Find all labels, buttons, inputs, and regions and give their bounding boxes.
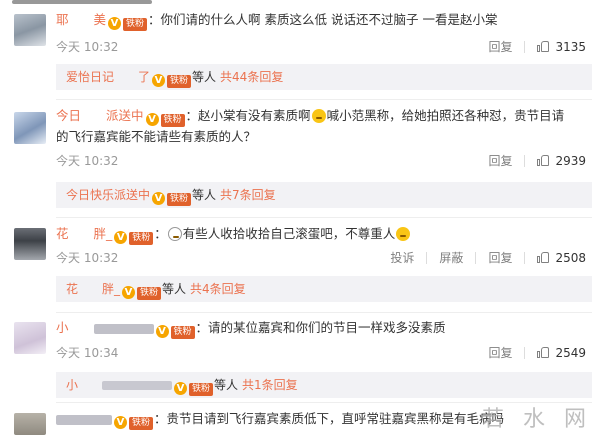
reply-button[interactable]: 回复 xyxy=(488,152,512,169)
avatar[interactable] xyxy=(14,14,46,46)
vip-icon: V xyxy=(155,325,169,338)
reply-user-name[interactable]: 今日快乐派送中 xyxy=(66,188,150,202)
reply-summary[interactable]: 花 胖_ V 铁粉 等人 共4条回复 xyxy=(56,276,592,302)
vip-icon: V xyxy=(114,416,127,429)
fan-badge: 铁粉 xyxy=(167,75,192,88)
like-button[interactable]: 2939 xyxy=(537,154,586,168)
report-button[interactable]: 投诉 xyxy=(390,249,414,266)
blurred-name xyxy=(56,414,112,425)
reply-button[interactable]: 回复 xyxy=(488,249,512,266)
reply-count-link[interactable]: 共4条回复 xyxy=(190,282,246,296)
comment-text-block: 今日 派送中 V 铁粉 ：赵小棠有没有素质啊 喊小范黑称，给她拍照还各种怼，贵节目请的飞… xyxy=(56,108,565,144)
fan-badge: 铁粉 xyxy=(170,326,195,339)
smile-emoji-icon xyxy=(167,227,182,241)
reply-user-name[interactable]: 花 胖_ xyxy=(66,282,120,296)
reply-suffix: 等人 xyxy=(162,282,187,296)
reply-button[interactable]: 回复 xyxy=(488,344,512,361)
reply-count-link[interactable]: 共44条回复 xyxy=(220,70,283,84)
comment-time: 今天 10:34 xyxy=(56,346,119,360)
like-count: 2549 xyxy=(555,345,586,360)
like-count: 2508 xyxy=(555,250,586,265)
comment-time: 今天 10:32 xyxy=(56,251,119,265)
username-link[interactable]: 小 xyxy=(56,320,94,335)
reply-suffix: 等人 xyxy=(192,70,217,84)
fan-badge: 铁粉 xyxy=(123,18,148,31)
comment-text: 请的某位嘉宾和你们的节目一样戏多没素质 xyxy=(208,320,446,335)
thumbs-up-icon xyxy=(537,346,550,358)
comment-text: 你们请的什么人啊 素质这么低 说话还不过脑子 一看是赵小棠 xyxy=(160,12,498,27)
like-button[interactable]: 2549 xyxy=(537,346,586,360)
reply-suffix: 等人 xyxy=(192,188,217,202)
reply-count-link[interactable]: 共1条回复 xyxy=(242,378,298,392)
fan-badge: 铁粉 xyxy=(189,383,214,396)
comment-text: 贵节目请到飞行嘉宾素质低下，直呼常驻嘉宾黑称是有毛病吗 xyxy=(166,411,505,426)
watermark-text: 若 水 网 xyxy=(482,407,592,432)
top-cropped-text xyxy=(0,0,600,6)
comment-text-block: 花 胖_ V 铁粉：有些人收拾收拾自己滚蛋吧，不尊重人 xyxy=(56,224,576,245)
comment-meta: 今天 10:32 回复 2939 xyxy=(56,152,586,169)
like-count: 2939 xyxy=(555,153,586,168)
vip-icon: V xyxy=(145,113,159,126)
reply-summary[interactable]: 小 V 铁粉 等人 共1条回复 xyxy=(56,372,592,398)
grin-emoji-icon xyxy=(396,227,411,241)
thumbs-up-icon xyxy=(537,251,550,263)
blurred-name xyxy=(93,323,154,334)
avatar[interactable] xyxy=(14,322,46,354)
divider xyxy=(475,251,477,264)
comment-text-block: 耶 美 V 铁粉 ：你们请的什么人啊 素质这么低 说话还不过脑子 一看是赵小棠 xyxy=(56,12,498,31)
like-button[interactable]: 3135 xyxy=(537,40,586,54)
vip-icon: V xyxy=(114,231,128,244)
block-button[interactable]: 屏蔽 xyxy=(439,249,463,266)
thumbs-up-icon xyxy=(537,40,550,52)
fan-badge: 铁粉 xyxy=(137,287,162,300)
vip-icon: V xyxy=(152,74,166,87)
reply-summary[interactable]: 爱怡日记 了 V 铁粉 等人 共44条回复 xyxy=(56,64,592,90)
fan-badge: 铁粉 xyxy=(129,232,154,245)
laughing-emoji-icon xyxy=(311,109,326,123)
vip-icon: V xyxy=(152,192,166,205)
like-count: 3135 xyxy=(555,39,586,54)
vip-icon: V xyxy=(122,286,136,299)
divider xyxy=(56,312,592,313)
reply-user-name[interactable]: 小 xyxy=(66,378,102,392)
avatar[interactable] xyxy=(14,228,46,260)
divider xyxy=(524,40,526,53)
comment-text-block: 小 V 铁粉 ：请的某位嘉宾和你们的节目一样戏多没素质 xyxy=(56,320,446,339)
fan-badge: 铁粉 xyxy=(129,417,154,430)
blurred-name xyxy=(102,381,173,390)
reply-summary[interactable]: 今日快乐派送中 V 铁粉 等人 共7条回复 xyxy=(56,182,592,208)
divider xyxy=(426,251,428,264)
divider xyxy=(56,99,592,100)
reply-suffix: 等人 xyxy=(214,378,239,392)
vip-icon: V xyxy=(174,382,188,395)
reply-button[interactable]: 回复 xyxy=(488,38,512,55)
username-link[interactable]: 今日 派送中 xyxy=(56,108,144,123)
thumbs-up-icon xyxy=(537,154,550,166)
divider xyxy=(56,217,592,218)
comment-text: 赵小棠有没有素质啊 xyxy=(198,108,311,123)
divider xyxy=(524,346,526,359)
comment-time: 今天 10:32 xyxy=(56,40,119,54)
divider xyxy=(524,251,526,264)
reply-user-name[interactable]: 爱怡日记 了 xyxy=(66,70,150,84)
username-link[interactable]: 耶 美 xyxy=(56,12,106,27)
avatar[interactable] xyxy=(14,112,46,144)
comment-meta: 今天 10:34 回复 2549 xyxy=(56,344,586,361)
reply-count-link[interactable]: 共7条回复 xyxy=(220,188,276,202)
avatar[interactable] xyxy=(14,413,46,435)
username-link[interactable]: 花 胖_ xyxy=(56,226,112,241)
vip-icon: V xyxy=(108,17,122,30)
comment-meta: 今天 10:32 投诉 屏蔽 回复 2508 xyxy=(56,249,586,266)
fan-badge: 铁粉 xyxy=(160,114,185,127)
like-button[interactable]: 2508 xyxy=(537,251,586,265)
comment-text: 有些人收拾收拾自己滚蛋吧，不尊重人 xyxy=(182,226,396,241)
divider xyxy=(524,154,526,167)
fan-badge: 铁粉 xyxy=(167,193,192,206)
comment-time: 今天 10:32 xyxy=(56,154,119,168)
comment-meta: 今天 10:32 回复 3135 xyxy=(56,38,586,55)
